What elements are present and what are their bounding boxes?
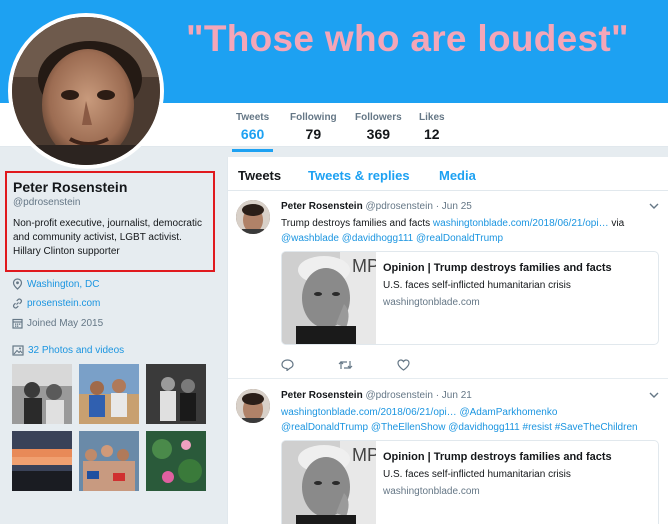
location-text[interactable]: Washington, DC [27,279,99,290]
tweet-avatar[interactable] [236,389,270,423]
stat-likes-value: 12 [424,126,440,142]
photo-thumb[interactable] [146,364,206,424]
tweet-url[interactable]: washingtonblade.com/2018/06/21/opi… [433,218,609,229]
profile-joined: Joined May 2015 [12,318,103,329]
card-image: MP [282,252,376,344]
retweet-icon[interactable] [338,358,353,376]
tab-tweets-replies[interactable]: Tweets & replies [308,168,410,183]
stat-following-label: Following [290,112,337,123]
photo-thumb[interactable] [79,431,139,491]
reply-icon[interactable] [281,358,294,376]
tweet-url[interactable]: washingtonblade.com/2018/06/21/opi… @Ada… [281,407,557,418]
stat-likes[interactable]: Likes 12 [419,112,445,142]
photo-icon [12,345,24,356]
link-card[interactable]: MP Opinion | Trump destroys families and… [281,251,659,345]
tweet[interactable]: Peter Rosenstein @pdrosenstein · Jun 25 … [228,191,668,379]
stat-following-value: 79 [305,126,322,142]
tweet-avatar[interactable] [236,200,270,234]
joined-text: Joined May 2015 [27,318,104,329]
photo-thumb[interactable] [12,431,72,491]
stat-followers-value: 369 [366,126,391,142]
svg-text:MP: MP [352,445,376,465]
tab-tweets[interactable]: Tweets [238,168,281,183]
photo-thumb[interactable] [12,364,72,424]
profile-website: prosenstein.com [12,298,100,309]
profile-location: Washington, DC [12,278,99,290]
chevron-down-icon[interactable] [649,202,659,210]
stat-tweets[interactable]: Tweets 660 [231,112,274,152]
tweet-header: Peter Rosenstein @pdrosenstein · Jun 25 [281,201,472,212]
card-description: U.S. faces self-inflicted humanitarian c… [383,280,571,291]
tweet-mentions[interactable]: @washblade @davidhogg111 @realDonaldTrum… [281,231,661,246]
card-title: Opinion | Trump destroys families and fa… [383,451,612,463]
stat-tweets-value: 660 [240,126,265,142]
tweet-text-body: Trump destroys families and facts [281,218,433,229]
card-description: U.S. faces self-inflicted humanitarian c… [383,469,571,480]
tweet-header: Peter Rosenstein @pdrosenstein · Jun 21 [281,390,472,401]
tab-media[interactable]: Media [439,168,476,183]
profile-bio-card: Peter Rosenstein @pdrosenstein Non-profi… [5,171,215,272]
tweet-mentions[interactable]: @realDonaldTrump @TheEllenShow @davidhog… [281,420,661,435]
card-domain: washingtonblade.com [383,486,480,497]
tweet-author-handle[interactable]: @pdrosenstein [365,390,432,401]
timeline-tabs: Tweets Tweets & replies Media [228,157,668,191]
photos-header: 32 Photos and videos [12,345,124,356]
link-card[interactable]: MP Opinion | Trump destroys families and… [281,440,659,524]
card-title: Opinion | Trump destroys families and fa… [383,262,612,274]
tweet-author-handle[interactable]: @pdrosenstein [365,201,432,212]
photo-thumb[interactable] [79,364,139,424]
profile-handle[interactable]: @pdrosenstein [13,197,207,208]
stat-following[interactable]: Following 79 [290,112,337,142]
stat-tweets-label: Tweets [236,112,270,123]
tweet-author-name[interactable]: Peter Rosenstein [281,201,363,212]
profile-bio: Non-profit executive, journalist, democr… [13,218,202,257]
link-icon [13,298,22,309]
like-icon[interactable] [397,358,410,376]
profile-name[interactable]: Peter Rosenstein [13,179,207,195]
stat-followers[interactable]: Followers 369 [355,112,402,142]
tweet-date[interactable]: · Jun 21 [436,390,472,401]
calendar-icon [12,318,23,329]
photos-videos-link[interactable]: 32 Photos and videos [28,345,124,356]
card-domain: washingtonblade.com [383,297,480,308]
banner-quote: "Those who are loudest" [186,18,629,59]
card-image: MP [282,441,376,524]
photo-thumb[interactable] [146,431,206,491]
location-pin-icon [12,278,23,290]
tweet-text-via: via [608,218,625,229]
tweet-text: Trump destroys families and facts washin… [281,216,661,246]
profile-avatar[interactable] [8,13,164,169]
stat-likes-label: Likes [419,112,445,123]
timeline: Tweets Tweets & replies Media Peter Rose… [227,157,668,524]
tweet-actions [281,358,454,376]
tweet-text: washingtonblade.com/2018/06/21/opi… @Ada… [281,405,661,435]
tweet-date[interactable]: · Jun 25 [436,201,472,212]
tweet-author-name[interactable]: Peter Rosenstein [281,390,363,401]
stat-followers-label: Followers [355,112,402,123]
svg-text:MP: MP [352,256,376,276]
chevron-down-icon[interactable] [649,391,659,399]
tweet[interactable]: Peter Rosenstein @pdrosenstein · Jun 21 … [228,380,668,524]
website-link[interactable]: prosenstein.com [27,298,100,309]
